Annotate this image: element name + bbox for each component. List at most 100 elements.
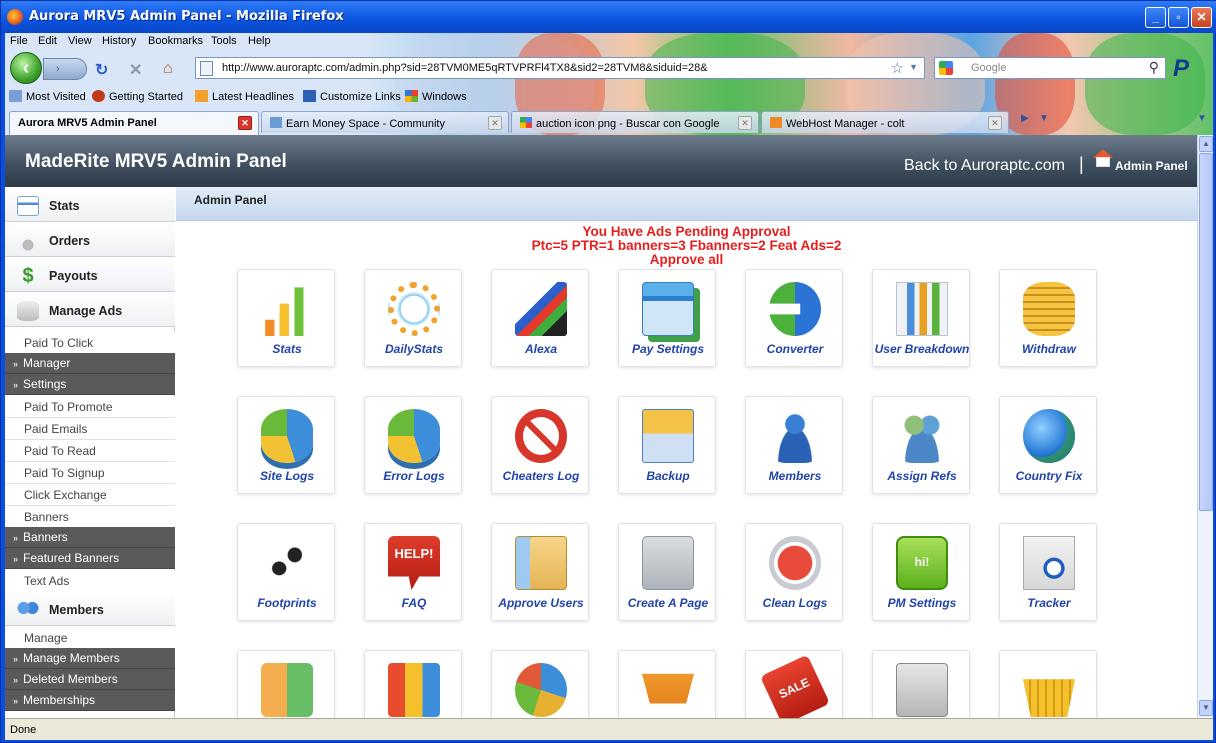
tile-dailystats[interactable]: DailyStats xyxy=(364,269,462,367)
sidebar-link-click-exchange[interactable]: Click Exchange xyxy=(5,484,175,506)
tile-alexa[interactable]: Alexa xyxy=(491,269,589,367)
sidebar-link-paid-emails[interactable]: Paid Emails xyxy=(5,418,175,440)
home-icon[interactable]: ⌂ xyxy=(163,60,173,78)
search-input[interactable]: Google xyxy=(971,62,1006,74)
tile-approve-users[interactable]: Approve Users xyxy=(491,523,589,621)
tab-close-icon[interactable]: ✕ xyxy=(738,116,752,130)
tile-blocks[interactable] xyxy=(364,650,462,718)
tab-webhost-manager[interactable]: WebHost Manager - colt ✕ xyxy=(761,111,1009,133)
tab-list-icon[interactable]: ▼ xyxy=(1039,113,1049,124)
brand-title: MadeRite MRV5 Admin Panel xyxy=(25,151,287,172)
tile-user-breakdown[interactable]: User Breakdown xyxy=(872,269,970,367)
tile-country-fix[interactable]: Country Fix xyxy=(999,396,1097,494)
tile-tiles[interactable] xyxy=(237,650,335,718)
tab-admin-panel[interactable]: Aurora MRV5 Admin Panel ✕ xyxy=(9,111,259,135)
minimize-button[interactable]: _ xyxy=(1145,7,1166,28)
menu-file[interactable]: File xyxy=(10,35,28,47)
close-button[interactable]: ✕ xyxy=(1191,7,1212,28)
tile-shopping-cart[interactable] xyxy=(618,650,716,718)
approve-all-link[interactable]: Approve all xyxy=(176,252,1197,267)
reload-icon[interactable]: ↻ xyxy=(95,60,108,80)
sidebar-link-deleted-members[interactable]: » Deleted Members xyxy=(5,669,175,690)
sidebar-link-manage-members[interactable]: » Manage Members xyxy=(5,648,175,669)
menu-bookmarks[interactable]: Bookmarks xyxy=(148,35,203,47)
tile-assign-refs[interactable]: Assign Refs xyxy=(872,396,970,494)
url-dropdown-icon[interactable]: ▼ xyxy=(909,62,918,72)
sidebar-item-members[interactable]: Members xyxy=(5,591,175,626)
sidebar-link-paid-to-click[interactable]: Paid To Click xyxy=(5,332,175,354)
menu-tools[interactable]: Tools xyxy=(211,35,237,47)
tile-withdraw[interactable]: Withdraw xyxy=(999,269,1097,367)
maximize-button[interactable]: ▫ xyxy=(1168,7,1189,28)
sidebar-link-manager[interactable]: » Manager xyxy=(5,353,175,374)
tile-sale-tag[interactable]: SALE xyxy=(745,650,843,718)
tab-close-icon[interactable]: ✕ xyxy=(238,116,252,130)
scroll-down-icon[interactable]: ▼ xyxy=(1199,700,1213,716)
sidebar-link-manage[interactable]: Manage xyxy=(5,627,175,649)
address-bar[interactable]: http://www.auroraptc.com/admin.php?sid=2… xyxy=(195,57,925,79)
tile-converter[interactable]: Converter xyxy=(745,269,843,367)
back-to-site-link[interactable]: Back to Auroraptc.com xyxy=(904,157,1065,175)
tab-close-icon[interactable]: ✕ xyxy=(988,116,1002,130)
tile-stats[interactable]: Stats xyxy=(237,269,335,367)
url-text[interactable]: http://www.auroraptc.com/admin.php?sid=2… xyxy=(222,62,708,74)
tile-footprints[interactable]: Footprints xyxy=(237,523,335,621)
sidebar-link-memberships[interactable]: » Memberships xyxy=(5,690,175,711)
tile-pay-settings[interactable]: Pay Settings xyxy=(618,269,716,367)
tile-color-pie[interactable] xyxy=(491,650,589,718)
tile-presentation[interactable] xyxy=(872,650,970,718)
sidebar-item-orders[interactable]: Orders xyxy=(5,222,175,257)
sidebar-link-banners[interactable]: » Banners xyxy=(5,527,175,548)
bookmark-latest-headlines[interactable]: Latest Headlines xyxy=(195,90,294,103)
sidebar-link-settings[interactable]: » Settings xyxy=(5,374,175,395)
scroll-up-icon[interactable]: ▲ xyxy=(1199,136,1213,152)
sidebar-item-payouts[interactable]: $ Payouts xyxy=(5,257,175,292)
scrollbar-thumb[interactable] xyxy=(1199,153,1213,511)
bookmark-getting-started[interactable]: Getting Started xyxy=(92,90,183,103)
sidebar-item-stats[interactable]: Stats xyxy=(5,187,175,222)
menu-history[interactable]: History xyxy=(102,35,136,47)
sidebar-item-manage-ads[interactable]: Manage Ads xyxy=(5,292,175,327)
bookmark-customize-links[interactable]: Customize Links xyxy=(303,90,401,103)
bookmark-star-icon[interactable]: ☆ xyxy=(891,59,904,77)
google-icon[interactable] xyxy=(939,61,953,75)
admin-panel-link[interactable]: Admin Panel xyxy=(1115,159,1188,173)
tile-label: PM Settings xyxy=(887,596,957,610)
menu-view[interactable]: View xyxy=(68,35,92,47)
sidebar-link-banners[interactable]: Banners xyxy=(5,506,175,528)
menu-edit[interactable]: Edit xyxy=(38,35,57,47)
tile-pm-settings[interactable]: hi! PM Settings xyxy=(872,523,970,621)
paypal-icon[interactable]: P xyxy=(1173,55,1189,83)
tile-cheaters-log[interactable]: Cheaters Log xyxy=(491,396,589,494)
forward-button[interactable]: › xyxy=(43,58,87,80)
tab-scroll-right-icon[interactable]: ▶ xyxy=(1021,113,1029,124)
tab-earn-money[interactable]: Earn Money Space - Community ✕ xyxy=(261,111,509,133)
tile-error-logs[interactable]: Error Logs xyxy=(364,396,462,494)
back-button[interactable]: ‹ xyxy=(10,52,42,84)
tab-google-search[interactable]: auction icon png - Buscar con Google ✕ xyxy=(511,111,759,133)
vertical-scrollbar[interactable]: ▲ ▼ xyxy=(1197,135,1213,718)
tile-members[interactable]: Members xyxy=(745,396,843,494)
tab-close-icon[interactable]: ✕ xyxy=(488,116,502,130)
tile-faq[interactable]: HELP! FAQ xyxy=(364,523,462,621)
menu-help[interactable]: Help xyxy=(248,35,271,47)
page-edit-icon xyxy=(642,536,694,590)
sidebar-link-paid-to-read[interactable]: Paid To Read xyxy=(5,440,175,462)
bookmark-most-visited[interactable]: Most Visited xyxy=(9,90,86,103)
search-bar[interactable]: Google ⚲ xyxy=(934,57,1166,79)
stop-icon[interactable]: ✕ xyxy=(129,60,142,80)
sidebar-link-text-ads[interactable]: Text Ads xyxy=(5,570,175,592)
tile-site-logs[interactable]: Site Logs xyxy=(237,396,335,494)
sidebar-link-paid-to-signup[interactable]: Paid To Signup xyxy=(5,462,175,484)
tile-create-a-page[interactable]: Create A Page xyxy=(618,523,716,621)
tile-clean-logs[interactable]: Clean Logs xyxy=(745,523,843,621)
tile-tracker[interactable]: Tracker xyxy=(999,523,1097,621)
home-icon[interactable] xyxy=(1093,149,1113,167)
search-icon[interactable]: ⚲ xyxy=(1149,59,1159,76)
bookmark-windows[interactable]: Windows xyxy=(405,90,467,103)
tile-basket[interactable] xyxy=(999,650,1097,718)
sidebar-link-featured-banners[interactable]: » Featured Banners xyxy=(5,548,175,569)
tile-backup[interactable]: Backup xyxy=(618,396,716,494)
sidebar-link-paid-to-promote[interactable]: Paid To Promote xyxy=(5,396,175,418)
tab-menu-icon[interactable]: ▼ xyxy=(1197,113,1207,124)
